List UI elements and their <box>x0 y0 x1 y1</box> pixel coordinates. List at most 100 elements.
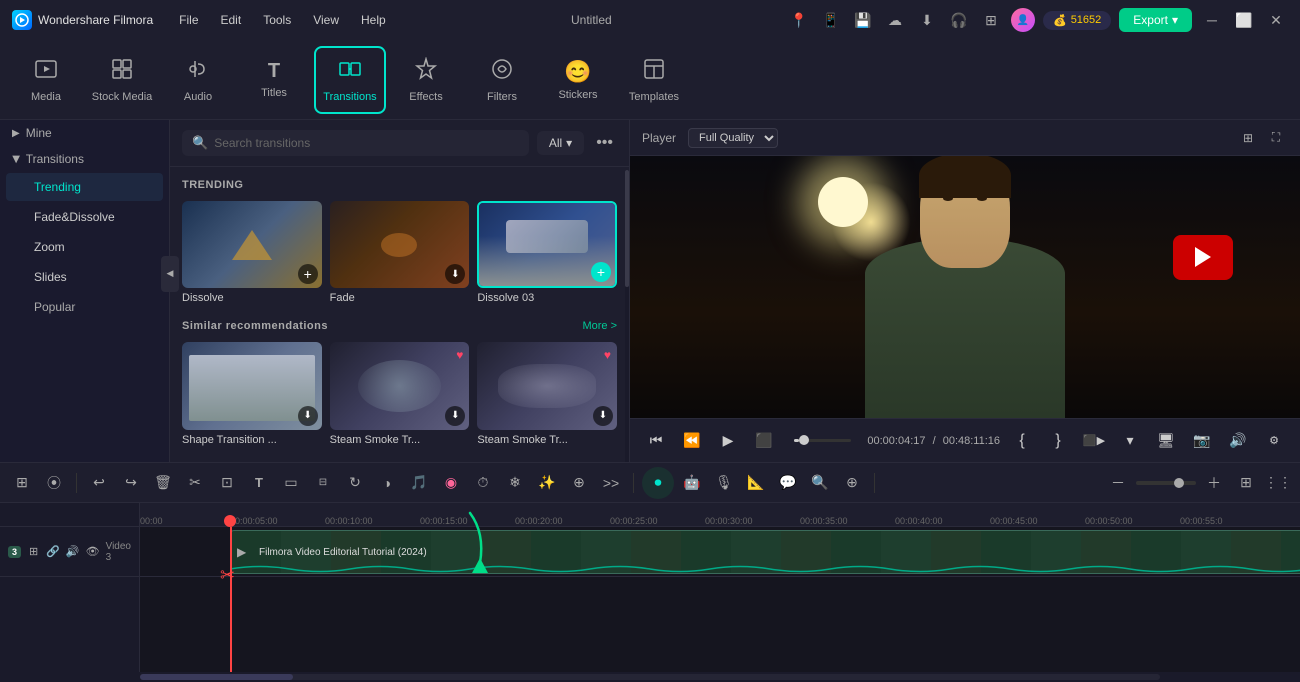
voice-button[interactable]: 🎙 <box>710 469 738 497</box>
maximize-button[interactable]: ⬜ <box>1232 8 1256 32</box>
menu-help[interactable]: Help <box>351 9 396 31</box>
play-button[interactable]: ▶ <box>714 427 742 455</box>
similar-card-shape[interactable]: ⬇ <box>182 342 322 429</box>
crop-button[interactable]: ⊡ <box>213 469 241 497</box>
snapshot-button[interactable]: 📷 <box>1188 427 1216 455</box>
download-icon[interactable]: ⬇ <box>915 8 939 32</box>
tool-audio[interactable]: Audio <box>162 46 234 114</box>
split-tl-button[interactable]: ⊟ <box>309 469 337 497</box>
menu-file[interactable]: File <box>169 9 208 31</box>
grid-tl-button[interactable]: ⋮⋮ <box>1264 469 1292 497</box>
ai-button[interactable]: 🤖 <box>678 469 706 497</box>
more-tl-button[interactable]: >> <box>597 469 625 497</box>
sidebar-item-zoom[interactable]: Zoom <box>6 233 163 261</box>
timeline-scrollbar[interactable] <box>0 672 1300 682</box>
mark-button[interactable]: ▾ <box>1116 427 1144 455</box>
more-options-button[interactable]: ••• <box>592 130 617 156</box>
playback-progress[interactable] <box>794 439 851 442</box>
zoom-out-button[interactable]: － <box>1104 469 1132 497</box>
sidebar-item-popular[interactable]: Popular <box>6 293 163 321</box>
fullscreen-icon[interactable]: ⛶ <box>1264 126 1288 150</box>
track-add-icon[interactable]: ⊞ <box>27 543 40 561</box>
transform-button[interactable]: ⊕ <box>565 469 593 497</box>
track-eye-icon[interactable]: 👁 <box>86 543 100 561</box>
playhead[interactable] <box>230 527 232 672</box>
tool-stickers[interactable]: 😊 Stickers <box>542 46 614 114</box>
tool-transitions[interactable]: Transitions <box>314 46 386 114</box>
export-button[interactable]: Export ▾ <box>1119 8 1192 32</box>
in-point-button[interactable]: { <box>1008 427 1036 455</box>
color-button[interactable]: ◉ <box>437 469 465 497</box>
transition-card-dissolve03[interactable]: + <box>477 201 617 288</box>
rotate-button[interactable]: ↻ <box>341 469 369 497</box>
sidebar-item-slides[interactable]: Slides <box>6 263 163 291</box>
split-view-tl-button[interactable]: ⊞ <box>8 469 36 497</box>
sidebar-item-fade-dissolve[interactable]: Fade&Dissolve <box>6 203 163 231</box>
close-button[interactable]: ✕ <box>1264 8 1288 32</box>
speed-button[interactable]: ⏱ <box>469 469 497 497</box>
tool-effects[interactable]: Effects <box>390 46 462 114</box>
sidebar-collapse-button[interactable]: ◀ <box>161 256 179 292</box>
effects-tl-button[interactable]: ✨ <box>533 469 561 497</box>
tool-titles[interactable]: T Titles <box>238 46 310 114</box>
stop-button[interactable]: ⬛ <box>750 427 778 455</box>
headset-icon[interactable]: 🎧 <box>947 8 971 32</box>
shape-download-icon[interactable]: ⬇ <box>298 406 318 426</box>
zoom-slider[interactable] <box>1136 481 1196 485</box>
minimize-button[interactable]: ─ <box>1200 8 1224 32</box>
rectangle-button[interactable]: ▭ <box>277 469 305 497</box>
transition-card-fade[interactable]: ⬇ <box>330 201 470 288</box>
menu-tools[interactable]: Tools <box>253 9 301 31</box>
more-link[interactable]: More > <box>582 320 617 332</box>
zoom-in-button[interactable]: ＋ <box>1200 469 1228 497</box>
motion-button[interactable]: 📐 <box>742 469 770 497</box>
insert-button[interactable]: ⬛▶ <box>1080 427 1108 455</box>
grid-icon[interactable]: ⊞ <box>979 8 1003 32</box>
save-icon[interactable]: 💾 <box>851 8 875 32</box>
sidebar-group-mine[interactable]: ▶ Mine <box>0 120 169 146</box>
text-button[interactable]: T <box>245 469 273 497</box>
record-button[interactable]: ⏺ <box>642 467 674 499</box>
transition-card-dissolve[interactable]: + <box>182 201 322 288</box>
detect-button[interactable]: 🔍 <box>806 469 834 497</box>
tool-media[interactable]: Media <box>10 46 82 114</box>
quality-select[interactable]: Full Quality 1/2 Quality 1/4 Quality <box>688 128 778 148</box>
panel-scrollbar-track[interactable] <box>625 170 629 462</box>
steam1-download-icon[interactable]: ⬇ <box>445 406 465 426</box>
avatar[interactable]: 👤 <box>1011 8 1035 32</box>
sidebar-group-transitions[interactable]: ▶ Transitions <box>0 146 169 172</box>
extra-button[interactable]: ⊕ <box>838 469 866 497</box>
layout-button[interactable]: ⊞ <box>1232 469 1260 497</box>
freeze-button[interactable]: ❄ <box>501 469 529 497</box>
skip-back-button[interactable]: ⏮ <box>642 427 670 455</box>
tool-stock-media[interactable]: Stock Media <box>86 46 158 114</box>
track-audio-icon[interactable]: 🔊 <box>66 543 80 561</box>
settings-button[interactable]: ⚙ <box>1260 427 1288 455</box>
redo-button[interactable]: ↪ <box>117 469 145 497</box>
menu-edit[interactable]: Edit <box>211 9 252 31</box>
magnet-button[interactable]: ⦿ <box>40 469 68 497</box>
dissolve-add-icon[interactable]: + <box>298 264 318 284</box>
tool-templates[interactable]: Templates <box>618 46 690 114</box>
mobile-icon[interactable]: 📱 <box>819 8 843 32</box>
blend-button[interactable]: ◑ <box>373 469 401 497</box>
step-back-button[interactable]: ⏪ <box>678 427 706 455</box>
menu-view[interactable]: View <box>303 9 349 31</box>
caption-button[interactable]: 💬 <box>774 469 802 497</box>
cut-button[interactable]: ✂ <box>181 469 209 497</box>
audio-button[interactable]: 🔊 <box>1224 427 1252 455</box>
similar-card-steam2[interactable]: ♥ ⬇ <box>477 342 617 429</box>
track-link-icon[interactable]: 🔗 <box>46 543 60 561</box>
sidebar-item-trending[interactable]: Trending <box>6 173 163 201</box>
undo-button[interactable]: ↩ <box>85 469 113 497</box>
delete-button[interactable]: 🗑 <box>149 469 177 497</box>
tool-filters[interactable]: Filters <box>466 46 538 114</box>
out-point-button[interactable]: } <box>1044 427 1072 455</box>
audio-tl-button[interactable]: 🎵 <box>405 469 433 497</box>
filter-button[interactable]: All ▾ <box>537 131 584 155</box>
location-icon[interactable]: 📍 <box>787 8 811 32</box>
monitor-button[interactable]: 🖥 <box>1152 427 1180 455</box>
steam2-download-icon[interactable]: ⬇ <box>593 406 613 426</box>
split-view-icon[interactable]: ⊞ <box>1236 126 1260 150</box>
search-input[interactable] <box>214 136 519 150</box>
